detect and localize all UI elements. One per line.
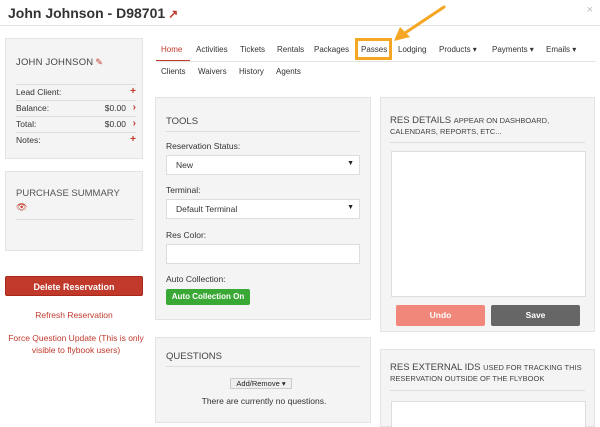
tab-tickets[interactable]: Tickets bbox=[240, 45, 265, 54]
terminal-select[interactable]: Default Terminal ▼ bbox=[166, 199, 360, 219]
reservation-status-select[interactable]: New ▼ bbox=[166, 155, 360, 175]
total-row: Total: $0.00 › bbox=[16, 116, 136, 129]
plus-icon[interactable]: + bbox=[130, 134, 136, 145]
auto-collection-button[interactable]: Auto Collection On bbox=[166, 289, 250, 305]
save-button[interactable]: Save bbox=[491, 305, 580, 326]
res-external-ids-textarea[interactable] bbox=[391, 401, 586, 427]
res-color-input[interactable] bbox=[166, 244, 360, 264]
notes-row: Notes: + bbox=[16, 132, 136, 145]
res-details-panel: RES DETAILS APPEAR ON DASHBOARD, CALENDA… bbox=[380, 97, 595, 332]
tab-packages[interactable]: Packages bbox=[314, 45, 349, 54]
modal-header: John Johnson - D98701 ↗ × bbox=[0, 0, 600, 26]
tools-panel: TOOLS Reservation Status: New ▼ Terminal:… bbox=[155, 97, 371, 320]
tab-products[interactable]: Products ▾ bbox=[439, 45, 477, 54]
questions-heading: QUESTIONS bbox=[166, 351, 222, 362]
purchase-summary-label: PURCHASE SUMMARY bbox=[16, 188, 120, 199]
client-panel: JOHN JOHNSON ✎ Lead Client: + Balance: $0… bbox=[5, 38, 143, 159]
res-details-textarea[interactable] bbox=[391, 151, 586, 297]
chevron-right-icon[interactable]: › bbox=[133, 102, 136, 113]
auto-collection-label: Auto Collection: bbox=[166, 274, 226, 284]
tools-heading: TOOLS bbox=[166, 116, 199, 127]
reservation-status-label: Reservation Status: bbox=[166, 141, 241, 151]
pencil-icon[interactable]: ✎ bbox=[95, 57, 103, 67]
terminal-label: Terminal: bbox=[166, 185, 201, 195]
plus-icon[interactable]: + bbox=[130, 86, 136, 97]
chevron-right-icon[interactable]: › bbox=[133, 118, 136, 129]
refresh-reservation-link[interactable]: Refresh Reservation bbox=[0, 310, 148, 320]
purchase-summary-panel: PURCHASE SUMMARY 👁 bbox=[5, 171, 143, 251]
tab-payments[interactable]: Payments ▾ bbox=[492, 45, 534, 54]
res-external-ids-panel: RES EXTERNAL IDS USED FOR TRACKING THIS … bbox=[380, 349, 595, 427]
caret-down-icon: ▼ bbox=[347, 204, 354, 211]
res-details-heading: RES DETAILS APPEAR ON DASHBOARD, CALENDA… bbox=[390, 115, 550, 136]
balance-row: Balance: $0.00 › bbox=[16, 100, 136, 113]
balance-value: $0.00 bbox=[104, 103, 126, 113]
lead-client-row: Lead Client: + bbox=[16, 84, 136, 97]
client-name: JOHN JOHNSON ✎ bbox=[16, 57, 104, 68]
tab-history[interactable]: History bbox=[239, 67, 264, 76]
tab-waivers[interactable]: Waivers bbox=[198, 67, 227, 76]
undo-button[interactable]: Undo bbox=[396, 305, 485, 326]
tab-activities[interactable]: Activities bbox=[196, 45, 228, 54]
questions-panel: QUESTIONS Add/Remove ▾ There are current… bbox=[155, 337, 371, 423]
res-external-ids-heading: RES EXTERNAL IDS USED FOR TRACKING THIS … bbox=[390, 362, 582, 383]
eye-icon[interactable]: 👁 bbox=[16, 202, 27, 213]
page-title: John Johnson - D98701 ↗ bbox=[8, 5, 179, 21]
res-color-label: Res Color: bbox=[166, 230, 207, 240]
tab-home[interactable]: Home bbox=[161, 45, 182, 54]
tab-emails[interactable]: Emails ▾ bbox=[546, 45, 576, 54]
external-link-icon[interactable]: ↗ bbox=[168, 7, 178, 21]
total-value: $0.00 bbox=[104, 119, 126, 129]
delete-reservation-button[interactable]: Delete Reservation bbox=[5, 276, 143, 296]
close-icon[interactable]: × bbox=[587, 4, 593, 16]
pointer-arrow-icon bbox=[394, 5, 446, 41]
tab-agents[interactable]: Agents bbox=[276, 67, 301, 76]
tab-lodging[interactable]: Lodging bbox=[398, 45, 426, 54]
no-questions-text: There are currently no questions. bbox=[201, 396, 327, 406]
tab-clients[interactable]: Clients bbox=[161, 67, 185, 76]
caret-down-icon: ▼ bbox=[347, 160, 354, 167]
add-remove-dropdown[interactable]: Add/Remove ▾ bbox=[230, 378, 292, 389]
tab-rentals[interactable]: Rentals bbox=[277, 45, 304, 54]
force-question-update-link[interactable]: Force Question Update (This is only visi… bbox=[4, 332, 148, 356]
